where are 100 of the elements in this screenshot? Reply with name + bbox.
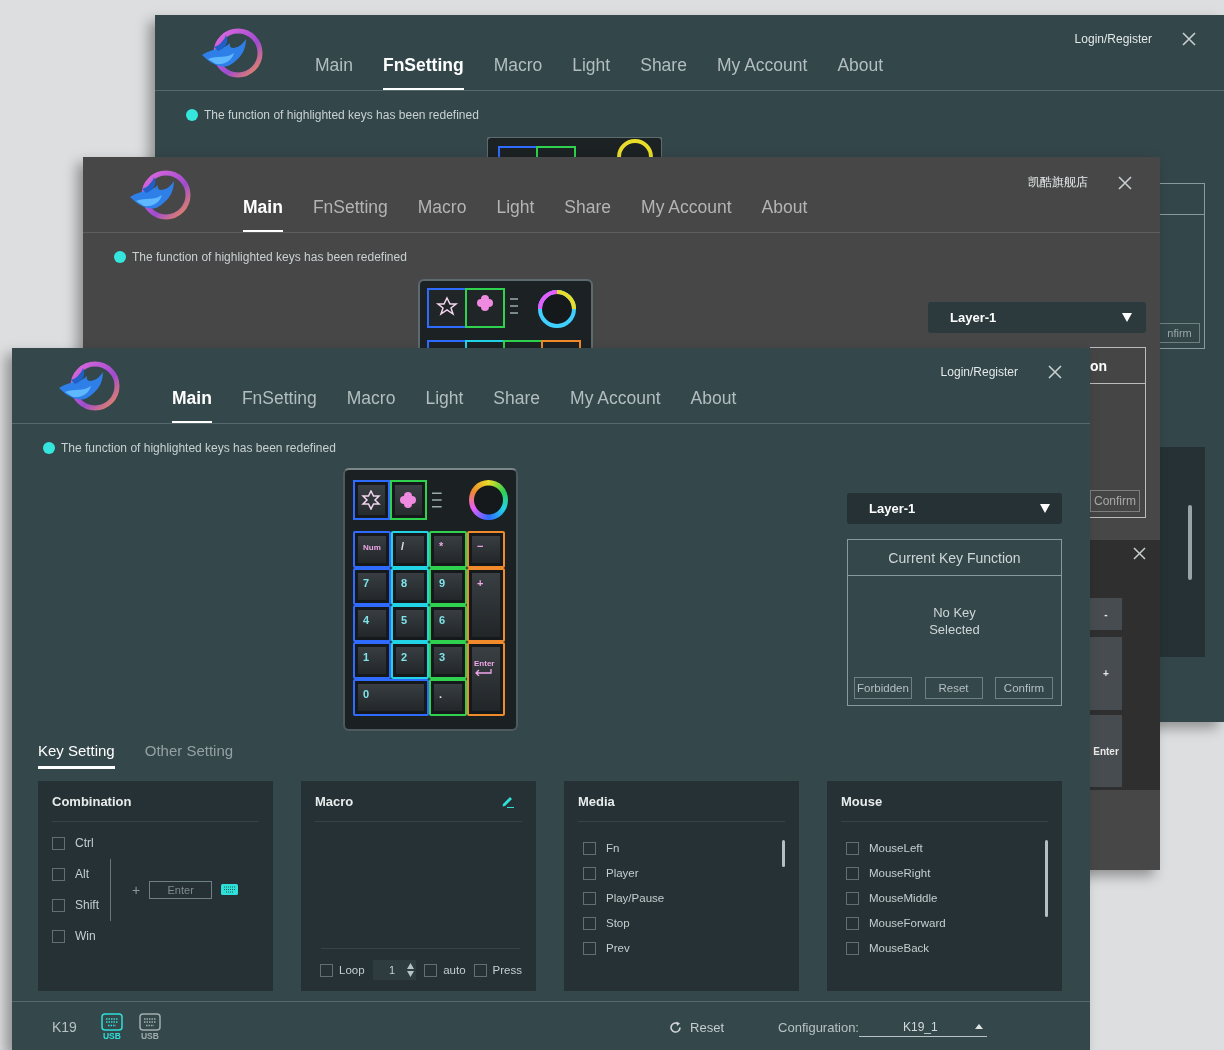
keypad-key[interactable]: 7 [353, 568, 391, 605]
keypad-key[interactable]: 5 [391, 605, 429, 642]
panel-title: Mouse [841, 793, 883, 809]
nav-tab[interactable]: Light [425, 388, 464, 423]
nav-tab[interactable]: Light [572, 55, 611, 90]
nav-tab[interactable]: Share [640, 55, 687, 90]
layer-dropdown[interactable]: Layer-1 [928, 302, 1146, 333]
empty-message: No Key Selected [928, 604, 981, 639]
spinner-arrows-icon[interactable] [407, 963, 415, 977]
reset-button[interactable]: Reset [669, 1019, 725, 1035]
store-name: 凯酷旗舰店 [1028, 174, 1088, 191]
checkbox-option[interactable]: Play/Pause [583, 889, 785, 907]
keypad-key[interactable]: + [467, 568, 505, 642]
keyboard-key[interactable]: - [1090, 598, 1122, 630]
count-spinner[interactable]: 1 [372, 960, 417, 980]
nav-tab[interactable]: My Account [641, 197, 732, 232]
checkbox-option[interactable]: Stop [583, 914, 785, 932]
action-button[interactable]: Forbidden [854, 677, 912, 699]
layer-dropdown[interactable]: Layer-1 [847, 493, 1062, 524]
checkbox-option[interactable]: Prev [583, 939, 785, 957]
checkbox-option[interactable]: Player [583, 864, 785, 882]
checkbox-option[interactable]: Alt [52, 865, 110, 883]
nav-tab[interactable]: FnSetting [241, 388, 317, 423]
keypad-key[interactable]: 3 [429, 642, 467, 679]
checkbox-option[interactable]: Ctrl [52, 834, 110, 852]
keypad-key[interactable]: 6 [429, 605, 467, 642]
return-arrow-icon [474, 668, 492, 676]
keyboard-key[interactable]: + [1090, 637, 1122, 710]
nav-tab[interactable]: Main [172, 388, 212, 423]
configuration-dropdown[interactable]: K19_1 [859, 1017, 987, 1037]
device-name: K19 [52, 1019, 77, 1035]
checkbox-option[interactable]: MouseLeft [846, 839, 1048, 857]
nav-tab[interactable]: Main [243, 197, 283, 232]
checkbox-option[interactable]: MouseForward [846, 914, 1048, 932]
login-link[interactable]: Login/Register [940, 365, 1018, 379]
keypad-key[interactable]: 0 [353, 679, 429, 716]
nav-tab[interactable]: About [837, 55, 884, 90]
notice-text: The function of highlighted keys has been redefined [204, 108, 479, 122]
refresh-icon [669, 1020, 683, 1034]
nav-tab[interactable]: Share [564, 197, 612, 232]
keyboard-icon [138, 1013, 161, 1031]
star-icon [361, 490, 382, 510]
checkbox-option[interactable]: Win [52, 927, 110, 945]
nav-tab[interactable]: FnSetting [312, 197, 388, 232]
checkbox-option[interactable]: MouseBack [846, 939, 1048, 957]
connection-button[interactable]: USB [100, 1013, 123, 1041]
keypad-key[interactable]: / [391, 531, 429, 568]
keypad-key[interactable]: 1 [353, 642, 391, 679]
nav-tab[interactable]: Macro [346, 388, 396, 423]
login-link[interactable]: Login/Register [1074, 32, 1152, 46]
checkbox-option[interactable]: Fn [583, 839, 785, 857]
keypad-key[interactable] [353, 480, 390, 520]
nav-tab[interactable]: FnSetting [382, 55, 464, 90]
keypad-key[interactable] [389, 480, 427, 520]
keypad-key[interactable]: 2 [391, 642, 429, 679]
checkbox-option[interactable]: auto [424, 961, 466, 979]
keyboard-icon[interactable] [221, 884, 239, 895]
nav-tab[interactable]: Main [315, 55, 353, 90]
keypad-key[interactable]: Enter [467, 642, 505, 716]
nav-tab[interactable]: Macro [493, 55, 543, 90]
keypad-key[interactable]: Num [353, 531, 391, 568]
keypad-key[interactable]: * [429, 531, 467, 568]
checkbox-option[interactable]: MouseRight [846, 864, 1048, 882]
settings-tab[interactable]: Key Setting [38, 741, 115, 769]
keypad-key[interactable]: 8 [391, 568, 429, 605]
notice-text: The function of highlighted keys has been redefined [61, 441, 336, 455]
indicator-icon [431, 491, 444, 509]
pencil-icon[interactable] [501, 794, 514, 808]
keypad-key[interactable]: 4 [353, 605, 391, 642]
close-icon[interactable] [1048, 365, 1062, 379]
scrollbar[interactable] [1188, 505, 1192, 580]
nav-tab[interactable]: My Account [570, 388, 661, 423]
key-input-field[interactable]: Enter [149, 880, 213, 899]
keypad-key[interactable]: − [467, 531, 505, 568]
close-icon[interactable] [1133, 547, 1146, 560]
keypad-key[interactable]: 9 [429, 568, 467, 605]
nav-tab[interactable]: About [761, 197, 808, 232]
checkbox-option[interactable]: Shift [52, 896, 110, 914]
keypad-key[interactable]: . [429, 679, 467, 716]
dropdown-arrow-icon [1122, 313, 1132, 322]
nav-tab[interactable]: Share [493, 388, 541, 423]
scrollbar[interactable] [1045, 840, 1048, 917]
scrollbar[interactable] [782, 840, 785, 867]
checkbox-option[interactable]: Loop [320, 961, 365, 979]
nav-tab[interactable]: Macro [417, 197, 467, 232]
panel-title: Macro [315, 793, 354, 809]
checkbox-option[interactable]: Press [473, 961, 522, 979]
connection-button[interactable]: USB [138, 1013, 161, 1041]
action-button[interactable]: Confirm [995, 677, 1053, 699]
keyboard-key[interactable]: Enter [1090, 715, 1122, 787]
action-button[interactable]: Reset [924, 677, 983, 699]
settings-tab[interactable]: Other Setting [144, 741, 234, 769]
close-icon[interactable] [1182, 32, 1196, 46]
nav-tab[interactable]: Light [496, 197, 535, 232]
close-icon[interactable] [1118, 175, 1132, 190]
status-dot-icon [43, 442, 55, 454]
nav-tab[interactable]: My Account [716, 55, 808, 90]
checkbox-option[interactable]: MouseMiddle [846, 889, 1048, 907]
nav-tab[interactable]: About [690, 388, 737, 423]
confirm-button[interactable]: Confirm [1090, 490, 1140, 512]
